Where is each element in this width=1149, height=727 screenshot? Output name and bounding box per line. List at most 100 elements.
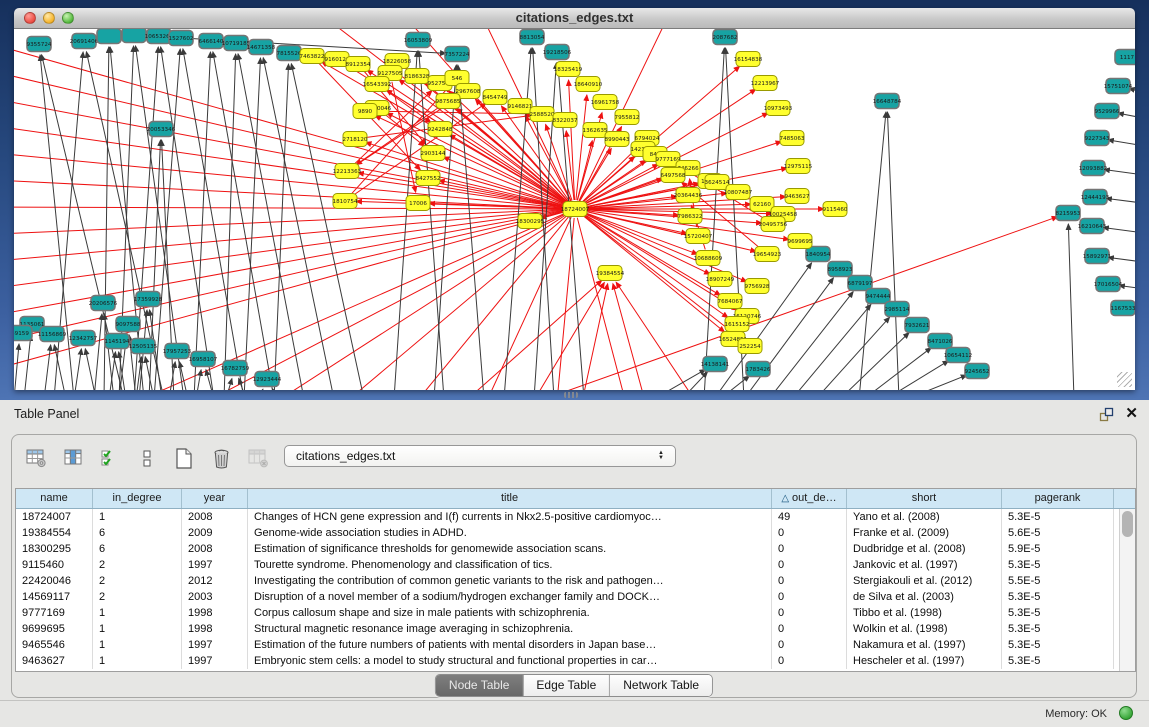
graph-node[interactable]: 16210643 [1078, 219, 1107, 234]
graph-node[interactable]: 8454749 [483, 90, 508, 105]
graph-node[interactable]: 16053809 [404, 33, 433, 48]
table-row[interactable]: 1456911722003Disruption of a novel membe… [16, 589, 1135, 605]
graph-node[interactable]: 9699695 [788, 234, 813, 249]
graph-node[interactable]: 8912354 [346, 57, 371, 72]
graph-node[interactable]: 8813054 [520, 30, 545, 45]
graph-node[interactable]: 7955812 [615, 110, 640, 125]
graph-node[interactable]: 8215953 [1056, 206, 1081, 221]
graph-node[interactable]: 15720407 [684, 229, 713, 244]
graph-node[interactable]: 1615152 [725, 317, 750, 332]
graph-node[interactable]: 7815526 [277, 46, 302, 61]
graph-node[interactable]: 18724007 [561, 202, 590, 217]
graph-node[interactable]: 7986322 [678, 209, 703, 224]
graph-node[interactable]: 12975115 [784, 159, 813, 174]
graph-node[interactable]: 14671358 [247, 40, 276, 55]
graph-node[interactable]: 9756928 [745, 279, 770, 294]
table-row[interactable]: 946554611997Estimation of the future num… [16, 637, 1135, 653]
graph-node[interactable]: 8427552 [416, 171, 441, 186]
table-row[interactable]: 969969511998Structural magnetic resonanc… [16, 621, 1135, 637]
column-header-name[interactable]: name [16, 489, 93, 508]
graph-node[interactable]: 6497568 [661, 168, 686, 183]
graph-node[interactable]: 1783426 [746, 362, 771, 377]
graph-node[interactable]: 7485063 [780, 131, 805, 146]
graph-node[interactable]: 18300295 [516, 214, 545, 229]
scrollbar-thumb[interactable] [1122, 511, 1133, 537]
graph-node[interactable]: 10807487 [724, 185, 753, 200]
column-header-in-degree[interactable]: in_degree [93, 489, 182, 508]
column-header-title[interactable]: title [248, 489, 772, 508]
graph-node[interactable]: 14138141 [701, 357, 730, 372]
graph-node[interactable]: 2718120 [343, 132, 368, 147]
graph-node[interactable]: 10654112 [944, 348, 972, 363]
table-row[interactable]: 911546021997Tourette syndrome. Phenomeno… [16, 557, 1135, 573]
graph-node[interactable]: 12213967 [751, 76, 780, 91]
graph-node[interactable]: 10973493 [764, 101, 793, 116]
graph-node[interactable]: 20495756 [759, 217, 788, 232]
graph-node[interactable]: 1117 [1115, 50, 1135, 65]
graph-node[interactable]: 39159 [14, 326, 32, 341]
show-columns-icon[interactable] [61, 445, 85, 471]
table-mode-settings-icon[interactable] [24, 445, 48, 471]
graph-node[interactable]: 12505135 [129, 339, 158, 354]
float-window-icon[interactable] [1099, 407, 1115, 423]
graph-node[interactable]: 17359928 [134, 292, 163, 307]
graph-node[interactable]: 15892971 [1083, 249, 1112, 264]
graph-node[interactable]: 9529966 [1095, 104, 1120, 119]
column-header-pagerank[interactable]: pagerank [1002, 489, 1114, 508]
graph-node[interactable]: 16782759 [221, 361, 250, 376]
graph-node[interactable]: 18325419 [554, 62, 583, 77]
table-row[interactable]: 977716911998Corpus callosum shape and si… [16, 605, 1135, 621]
graph-node[interactable]: 9097588 [116, 317, 141, 332]
graph-node[interactable]: 9242848 [428, 122, 453, 137]
graph-node[interactable]: 8471026 [928, 334, 953, 349]
graph-node[interactable]: 18640910 [574, 77, 603, 92]
table-row[interactable]: 1938455462009Genome-wide association stu… [16, 525, 1135, 541]
graph-node[interactable]: 8990443 [605, 132, 630, 147]
graph-node[interactable]: 12923444 [253, 372, 282, 387]
graph-node[interactable]: 12213363 [333, 164, 362, 179]
create-table-icon[interactable] [172, 445, 196, 471]
table-row[interactable]: 1872400712008Changes of HCN gene express… [16, 509, 1135, 525]
graph-node[interactable]: 1145194 [105, 334, 130, 349]
graph-node[interactable]: 16154838 [734, 52, 763, 67]
graph-node[interactable]: 8322037 [553, 113, 578, 128]
close-icon[interactable]: ✕ [1125, 404, 1138, 422]
table-row[interactable]: 1830029562008Estimation of significance … [16, 541, 1135, 557]
graph-node[interactable]: 15751074 [1104, 79, 1133, 94]
graph-node[interactable]: 9875685 [436, 94, 461, 109]
graph-node[interactable]: 9355724 [27, 37, 52, 52]
graph-node[interactable]: 19384554 [596, 266, 625, 281]
graph-node[interactable]: 1810754 [333, 194, 358, 209]
graph-node[interactable]: 17957253 [163, 344, 192, 359]
graph-node[interactable]: 20691406 [70, 34, 99, 49]
graph-node[interactable]: 12342757 [69, 331, 98, 346]
graph-node[interactable]: 8186328 [405, 69, 430, 84]
tab-edge-table[interactable]: Edge Table [523, 675, 610, 696]
graph-node[interactable]: 9890 [353, 104, 377, 119]
close-window-button[interactable] [24, 12, 36, 24]
graph-node[interactable]: 1167533 [1111, 301, 1135, 316]
network-window-titlebar[interactable]: citations_edges.txt [14, 8, 1135, 29]
canvas-resize-grip[interactable] [1117, 372, 1132, 387]
graph-node[interactable]: 9463627 [785, 189, 810, 204]
select-all-rows-icon[interactable] [98, 445, 122, 471]
zoom-window-button[interactable] [62, 12, 74, 24]
tab-node-table[interactable]: Node Table [436, 675, 524, 696]
graph-node[interactable]: 19218506 [543, 45, 572, 60]
column-header-year[interactable]: year [182, 489, 248, 508]
graph-node[interactable]: 1362635 [583, 123, 608, 138]
graph-node[interactable]: 252254 [738, 339, 762, 354]
graph-node[interactable]: 18907249 [706, 272, 735, 287]
graph-node[interactable] [97, 29, 121, 44]
graph-node[interactable]: 10688609 [694, 251, 723, 266]
minimize-window-button[interactable] [43, 12, 55, 24]
table-row[interactable]: 2242004622012Investigating the contribut… [16, 573, 1135, 589]
column-header-short[interactable]: short [847, 489, 1002, 508]
graph-node[interactable]: 7463822 [300, 49, 325, 64]
graph-node[interactable]: 11156869 [38, 327, 67, 342]
vertical-scrollbar[interactable] [1119, 509, 1135, 671]
graph-node[interactable]: 20364436 [674, 188, 703, 203]
graph-node[interactable]: 9227343 [1085, 131, 1110, 146]
graph-node[interactable]: 16961758 [591, 95, 620, 110]
graph-node[interactable]: 8958923 [828, 262, 853, 277]
